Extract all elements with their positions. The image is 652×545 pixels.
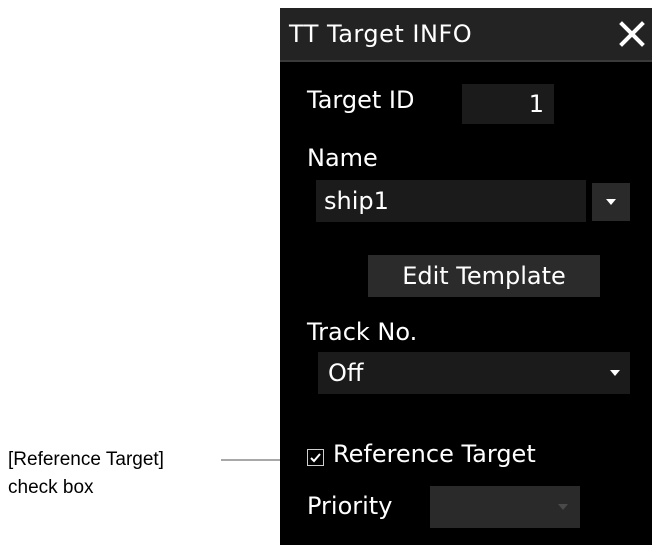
- track-no-label: Track No.: [307, 318, 418, 346]
- close-button[interactable]: [616, 18, 648, 50]
- track-no-select[interactable]: Off: [318, 352, 630, 394]
- track-no-value: Off: [328, 359, 364, 387]
- checkmark-icon: [310, 453, 321, 463]
- dialog-title-bar: TT Target INFO: [280, 8, 652, 62]
- callout-line-1: [Reference Target]: [8, 449, 164, 470]
- callout-label: [Reference Target] check box: [8, 446, 218, 502]
- name-input[interactable]: ship1: [316, 180, 586, 222]
- name-dropdown-button[interactable]: [592, 183, 630, 221]
- reference-target-label: Reference Target: [333, 440, 536, 468]
- chevron-down-icon: [610, 370, 620, 376]
- chevron-down-icon: [606, 199, 616, 205]
- name-label: Name: [307, 144, 378, 172]
- priority-label: Priority: [307, 492, 393, 520]
- dialog-title: TT Target INFO: [289, 20, 473, 48]
- callout-line-2: check box: [8, 477, 94, 498]
- tt-target-info-dialog: TT Target INFO Target ID 1 Name ship1 Ed…: [280, 8, 652, 545]
- edit-template-button[interactable]: Edit Template: [368, 255, 600, 297]
- target-id-label: Target ID: [307, 86, 415, 114]
- priority-select[interactable]: [430, 486, 580, 528]
- close-icon: [619, 21, 645, 47]
- chevron-down-icon: [558, 504, 568, 510]
- target-id-field[interactable]: 1: [462, 84, 554, 124]
- reference-target-checkbox[interactable]: [307, 449, 324, 466]
